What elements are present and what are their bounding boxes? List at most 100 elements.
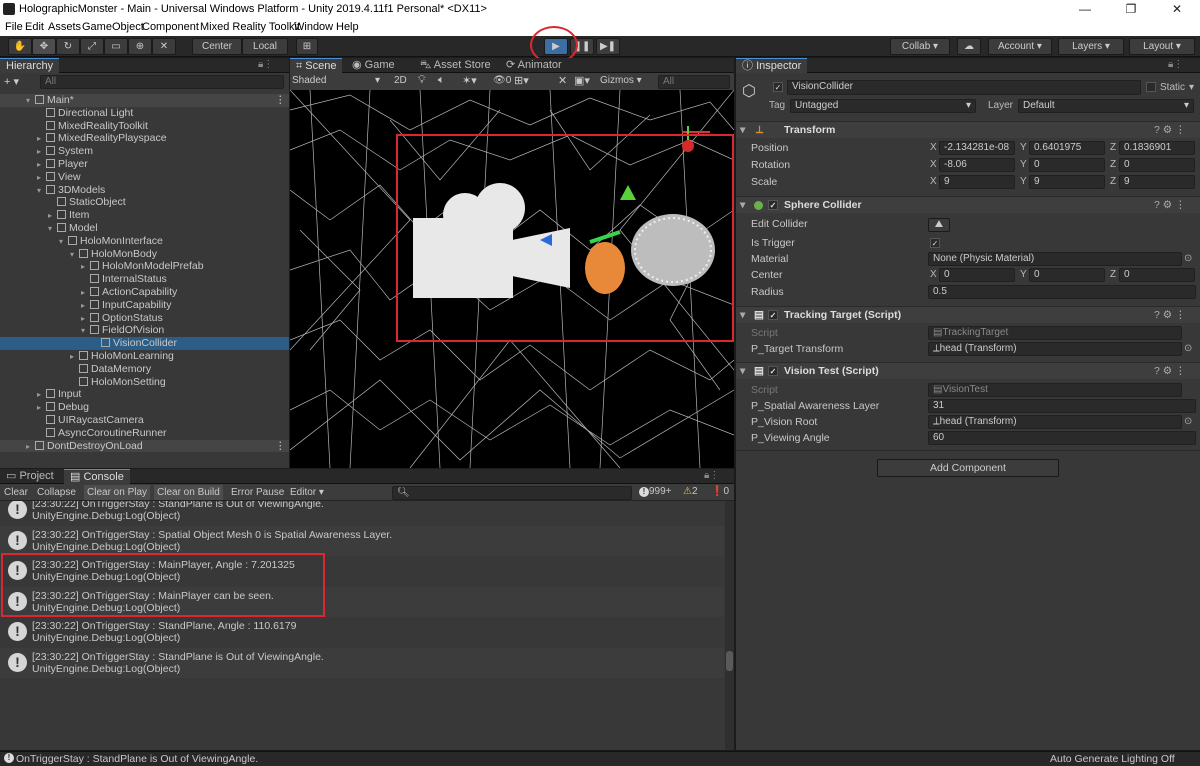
tracking-target-header[interactable]: ▾ ▤ ✓ Tracking Target (Script) ? ⚙ ⋮: [736, 306, 1200, 323]
tab-scene[interactable]: ⌗ Scene: [290, 58, 343, 73]
move-tool-icon[interactable]: ✥: [32, 38, 56, 55]
object-picker-icon[interactable]: ⊙: [1184, 253, 1192, 264]
hierarchy-item[interactable]: UIRaycastCamera: [0, 414, 144, 427]
hierarchy-item[interactable]: ▸ OptionStatus: [0, 312, 163, 325]
scene-menu-icon[interactable]: ⋮: [275, 440, 286, 453]
layer-dropdown[interactable]: Default ▾: [1018, 99, 1194, 113]
sphere-collider-header[interactable]: ▾ ✓ Sphere Collider ? ⚙ ⋮: [736, 196, 1200, 213]
pivot-local-toggle[interactable]: Local: [242, 38, 288, 55]
hierarchy-item[interactable]: ▸ System: [0, 145, 93, 158]
custom-tool-icon[interactable]: ✕: [152, 38, 176, 55]
grid-toggle-icon[interactable]: ⊞▾: [514, 74, 529, 87]
gizmos-dropdown[interactable]: Gizmos ▾: [600, 75, 652, 88]
tab-hierarchy[interactable]: Hierarchy: [0, 58, 60, 73]
lighting-toggle-icon[interactable]: 💡︎: [418, 74, 426, 87]
grid-snap-icon[interactable]: ⊞: [296, 38, 318, 55]
hierarchy-item[interactable]: ▾ HoloMonInterface: [0, 235, 163, 248]
spatial-layer-field[interactable]: 31: [928, 399, 1196, 413]
console-lock-icon[interactable]: 🔒︎⋮: [704, 470, 719, 481]
rotation-x-field[interactable]: -8.06: [939, 158, 1015, 172]
cloud-icon[interactable]: ☁: [957, 38, 981, 55]
tab-asset-store[interactable]: ⛍ Asset Store: [414, 58, 497, 73]
hierarchy-item[interactable]: VisionCollider: [0, 337, 289, 350]
hierarchy-item[interactable]: DataMemory: [0, 363, 151, 376]
active-checkbox[interactable]: ✓: [773, 82, 783, 92]
collapse-button[interactable]: Collapse: [37, 487, 76, 498]
create-add-icon[interactable]: + ▾: [4, 75, 19, 88]
center-x-field[interactable]: 0: [939, 268, 1015, 282]
tools-icon[interactable]: ✕: [558, 74, 567, 87]
console-log-row[interactable]: ! [23:30:22] OnTriggerStay : StandPlane i…: [0, 647, 724, 678]
clear-button[interactable]: Clear: [4, 487, 28, 498]
step-button[interactable]: ▶❚: [596, 38, 620, 55]
hierarchy-item[interactable]: Directional Light: [0, 107, 133, 120]
hierarchy-item[interactable]: ▸ Input: [0, 388, 81, 401]
hierarchy-item[interactable]: ▸ InputCapability: [0, 299, 171, 312]
static-checkbox[interactable]: [1146, 82, 1156, 92]
collapse-arrow-icon[interactable]: ▸: [26, 441, 35, 454]
tracking-target-enabled-checkbox[interactable]: ✓: [768, 310, 778, 320]
transform-tool-icon[interactable]: ⊕: [128, 38, 152, 55]
collab-button[interactable]: Collab ▾: [890, 38, 950, 55]
warn-count-toggle[interactable]: ⚠2: [683, 486, 698, 497]
shading-mode-dropdown[interactable]: Shaded ▾: [292, 75, 384, 88]
scale-tool-icon[interactable]: ⤢: [80, 38, 104, 55]
object-picker-icon[interactable]: ⊙: [1184, 343, 1192, 354]
vision-test-enabled-checkbox[interactable]: ✓: [768, 366, 778, 376]
error-count-toggle[interactable]: ❗0: [711, 486, 729, 497]
scale-z-field[interactable]: 9: [1119, 175, 1195, 189]
center-y-field[interactable]: 0: [1029, 268, 1105, 282]
hierarchy-item[interactable]: ▸ HoloMonModelPrefab: [0, 260, 204, 273]
menu-file[interactable]: File: [5, 21, 23, 33]
hierarchy-item[interactable]: AsyncCoroutineRunner: [0, 427, 167, 440]
tab-console[interactable]: ▤ Console: [64, 469, 130, 484]
console-log-row[interactable]: ! [23:30:22] OnTriggerStay : StandPlane, …: [0, 617, 724, 647]
audio-toggle-icon[interactable]: 🔈︎: [438, 74, 445, 87]
menu-assets[interactable]: Assets: [48, 21, 81, 33]
rotation-y-field[interactable]: 0: [1029, 158, 1105, 172]
hierarchy-item[interactable]: ▸ MixedRealityPlayspace: [0, 132, 167, 145]
menu-component[interactable]: Component: [142, 21, 199, 33]
tab-inspector[interactable]: ⓘ Inspector: [736, 58, 808, 73]
tab-animator[interactable]: ⟳ Animator: [500, 58, 568, 73]
tag-dropdown[interactable]: Untagged ▾: [790, 99, 976, 113]
hierarchy-item[interactable]: ▸ View: [0, 171, 81, 184]
console-scrollbar[interactable]: [725, 501, 734, 750]
scene-menu-icon[interactable]: ⋮: [275, 94, 286, 107]
log-count-toggle[interactable]: ! 999+: [639, 486, 672, 497]
console-log-row[interactable]: ! [23:30:22] OnTriggerStay : StandPlane i…: [0, 501, 724, 525]
hierarchy-item[interactable]: MixedRealityToolkit: [0, 120, 148, 133]
viewing-angle-field[interactable]: 60: [928, 431, 1196, 445]
center-z-field[interactable]: 0: [1119, 268, 1195, 282]
tab-game[interactable]: ◉ Game: [346, 58, 401, 73]
rotation-z-field[interactable]: 0: [1119, 158, 1195, 172]
lock-icon[interactable]: 🔒︎⋮: [258, 59, 273, 70]
scale-y-field[interactable]: 9: [1029, 175, 1105, 189]
console-log-row[interactable]: ! [23:30:22] OnTriggerStay : Spatial Obje…: [0, 525, 724, 556]
mode-2d-toggle[interactable]: 2D: [394, 75, 407, 86]
hierarchy-item[interactable]: ▸ Player: [0, 158, 88, 171]
rotate-tool-icon[interactable]: ↻: [56, 38, 80, 55]
is-trigger-checkbox[interactable]: ✓: [930, 238, 940, 248]
tab-project[interactable]: ▭ Project: [0, 469, 60, 484]
hierarchy-item[interactable]: ▾ Main* ⋮: [0, 94, 289, 107]
sphere-collider-enabled-checkbox[interactable]: ✓: [768, 200, 778, 210]
hierarchy-item[interactable]: ▸ DontDestroyOnLoad ⋮: [0, 439, 289, 454]
inspector-lock-icon[interactable]: 🔒︎⋮: [1168, 59, 1183, 70]
clear-on-play-button[interactable]: Clear on Play: [84, 485, 151, 500]
account-dropdown[interactable]: Account ▾: [988, 38, 1052, 55]
status-message[interactable]: OnTriggerStay : StandPlane is Out of Vie…: [16, 753, 258, 765]
menu-edit[interactable]: Edit: [25, 21, 44, 33]
transform-header[interactable]: ▾ ⟂ Transform ? ⚙ ⋮: [736, 121, 1200, 138]
hierarchy-item[interactable]: ▾ 3DModels: [0, 184, 105, 197]
position-z-field[interactable]: 0.1836901: [1119, 141, 1195, 155]
close-button[interactable]: ✕: [1154, 0, 1200, 19]
static-dropdown-icon[interactable]: ▾: [1189, 82, 1194, 93]
component-menu-icon[interactable]: ? ⚙ ⋮: [1154, 197, 1186, 213]
material-field[interactable]: None (Physic Material): [928, 252, 1182, 266]
console-search-input[interactable]: 🔍︎: [392, 486, 632, 500]
console-scroll-thumb[interactable]: [726, 651, 733, 671]
menu-mixed-reality-toolkit[interactable]: Mixed Reality Toolkit: [200, 21, 300, 33]
object-picker-icon[interactable]: ⊙: [1184, 416, 1192, 427]
target-transform-field[interactable]: ⟂head (Transform): [928, 342, 1182, 356]
